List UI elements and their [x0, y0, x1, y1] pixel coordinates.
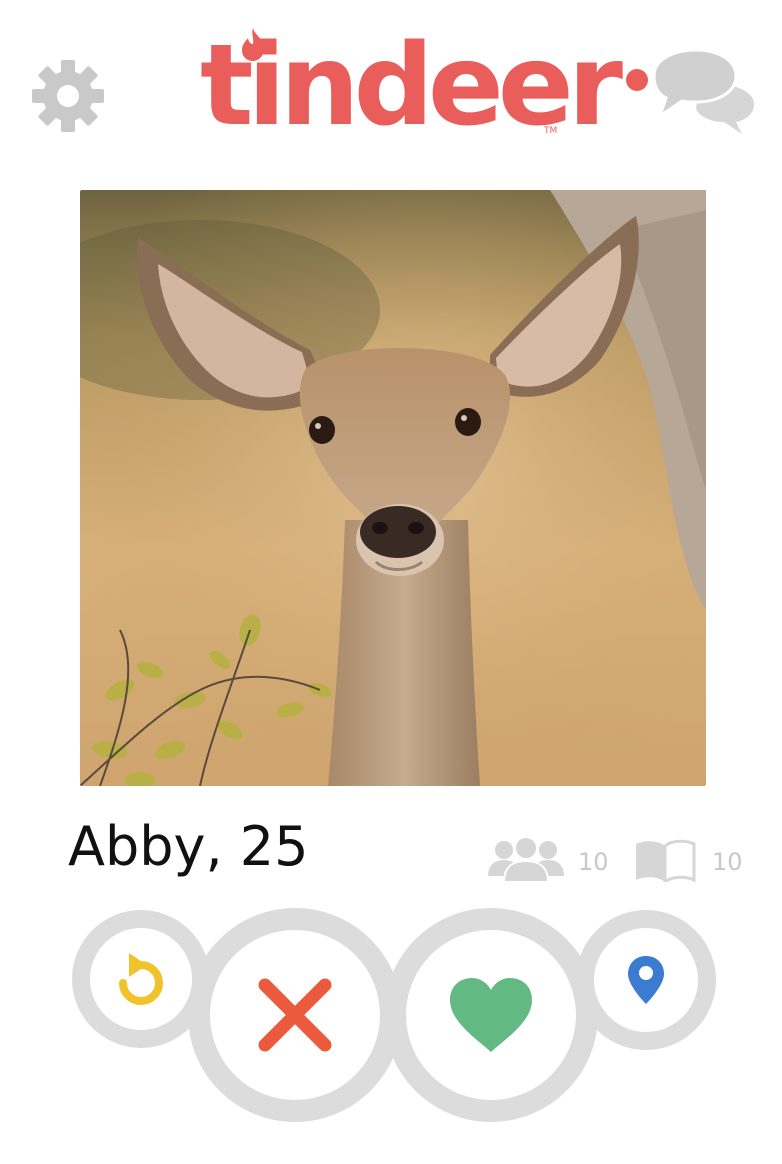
profile-photo[interactable]	[80, 190, 706, 786]
mutual-friends-icon	[488, 836, 564, 884]
x-icon	[258, 978, 332, 1052]
interests-book-icon	[634, 838, 696, 886]
settings-button[interactable]	[30, 58, 106, 134]
profile-name-age: Abby, 25	[68, 815, 309, 878]
app-logo: tindeer TM	[200, 24, 623, 144]
messages-button[interactable]	[624, 46, 756, 136]
mutual-friends-count: 10	[578, 848, 609, 876]
location-button[interactable]	[576, 910, 716, 1050]
nope-button[interactable]	[188, 908, 402, 1122]
flame-icon	[242, 28, 265, 61]
gear-icon	[32, 60, 104, 132]
rewind-icon	[119, 953, 163, 1005]
heart-icon	[450, 978, 532, 1052]
location-pin-icon	[628, 956, 664, 1004]
notification-dot	[626, 69, 648, 91]
interests-count: 10	[712, 848, 743, 876]
trademark: TM	[544, 126, 558, 136]
chat-bubbles-icon	[626, 48, 754, 134]
like-button[interactable]	[384, 908, 598, 1122]
deer-photo	[80, 190, 706, 786]
